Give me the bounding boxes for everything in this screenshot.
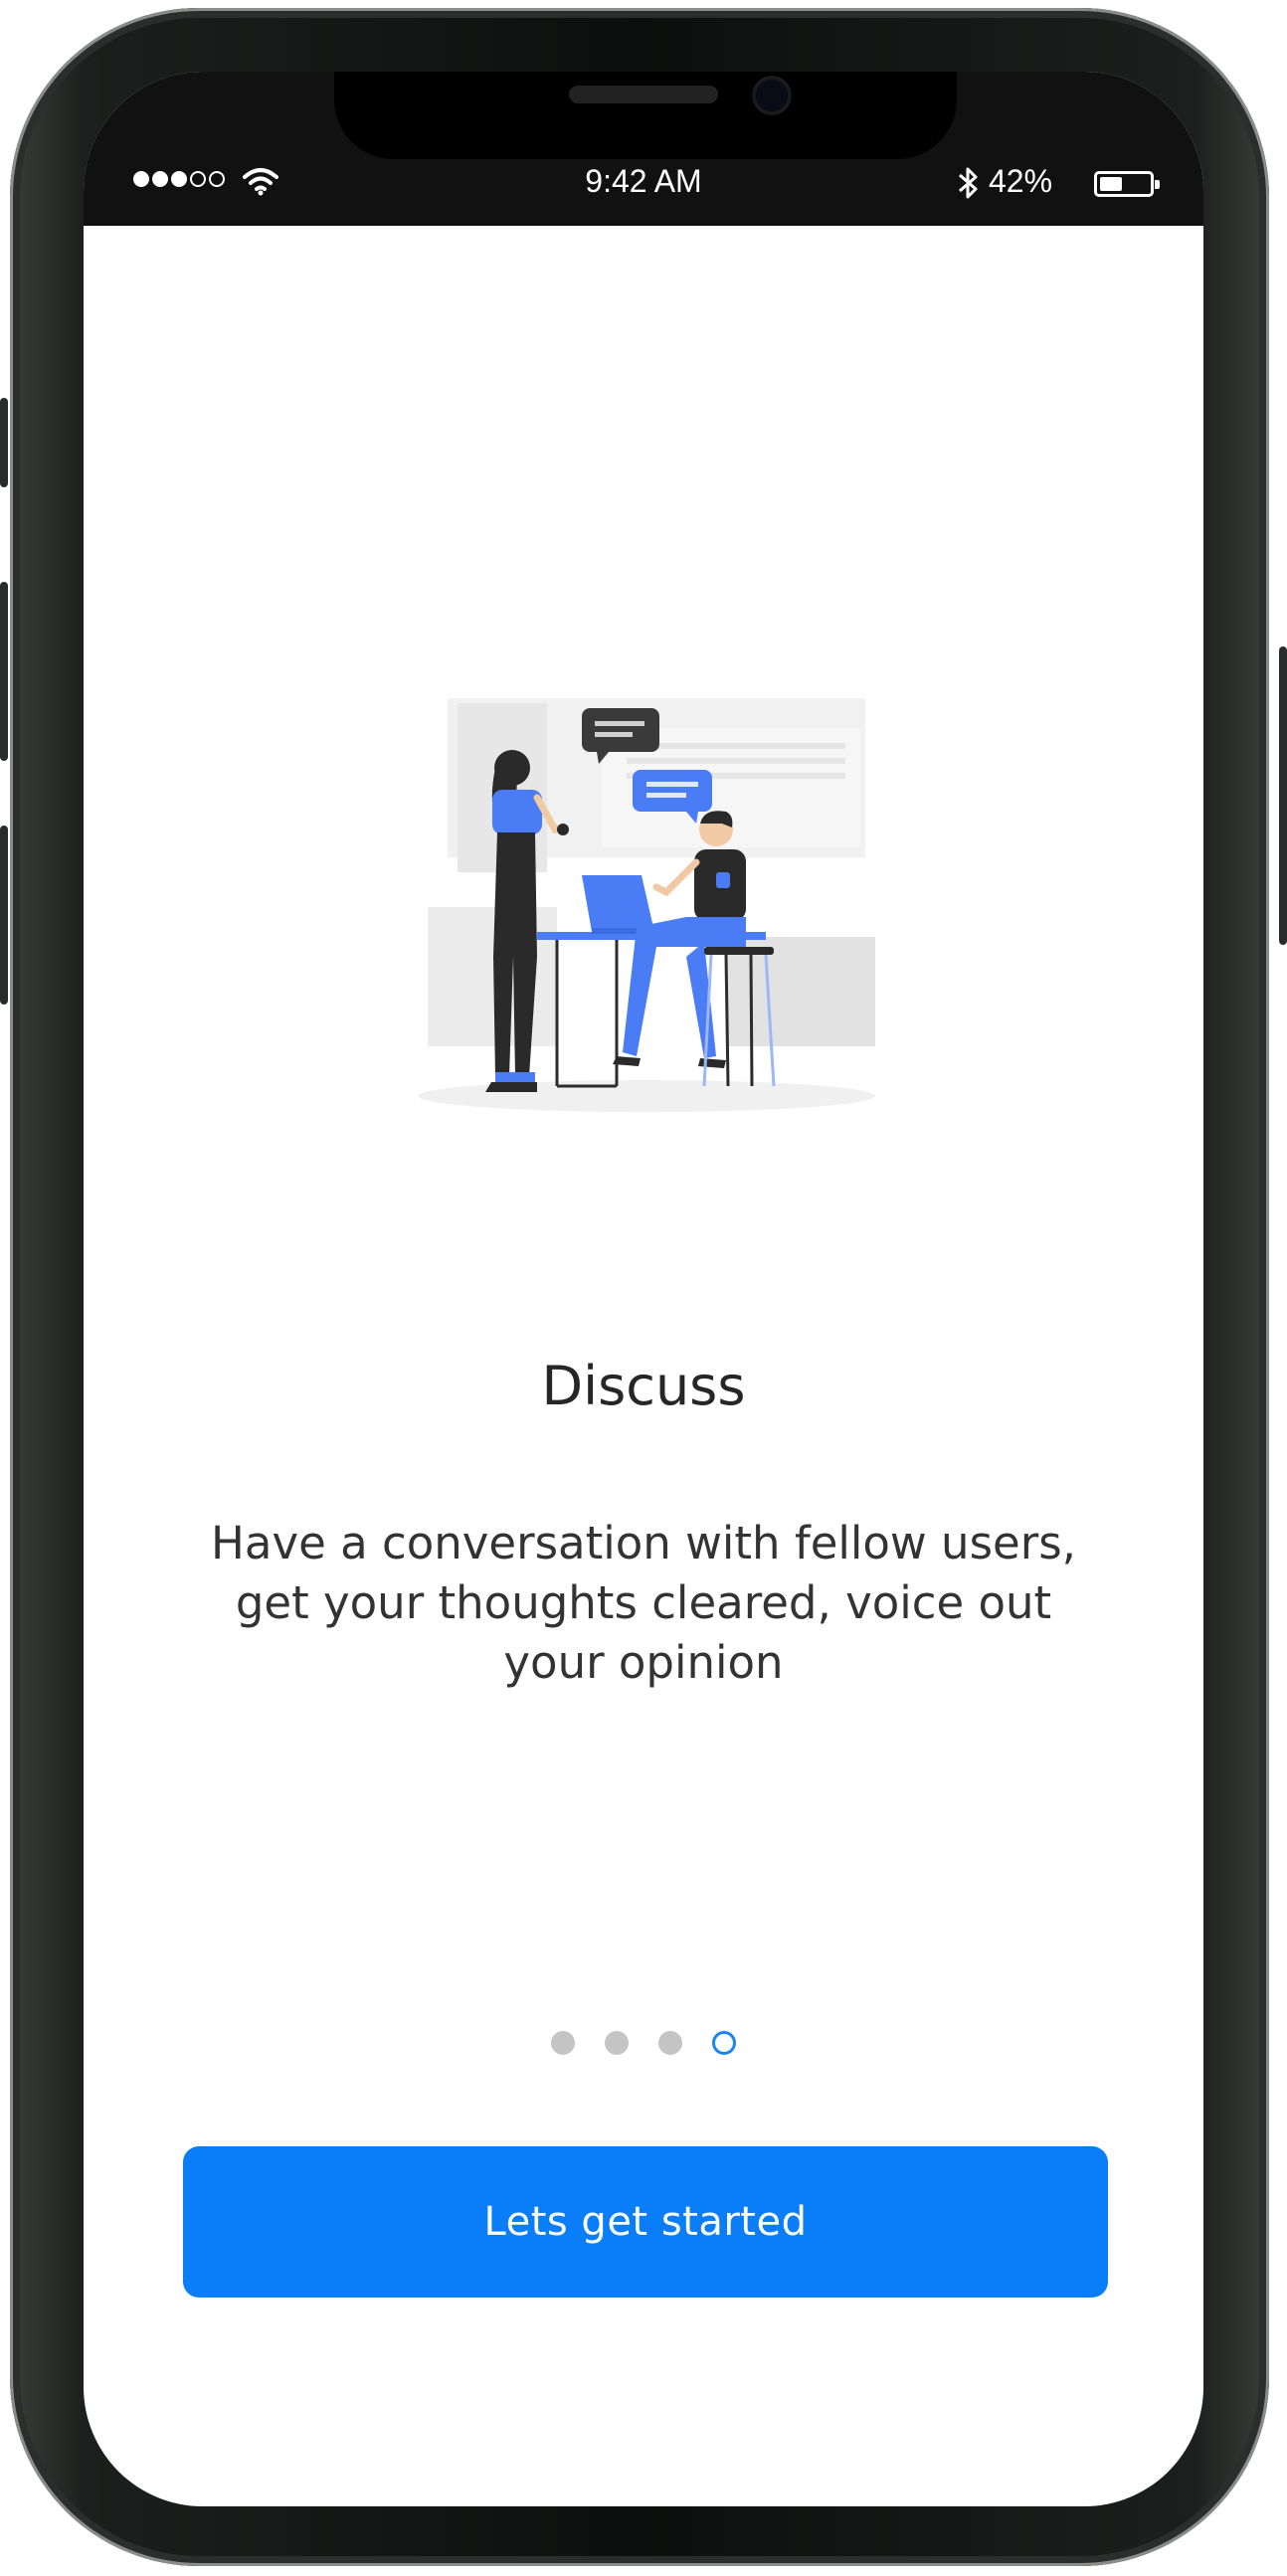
screen: 9:42 AM 42% Discuss Have a conversation … <box>84 72 1203 2506</box>
page-dot-1[interactable] <box>551 2031 575 2055</box>
battery-icon <box>1094 171 1160 197</box>
page-indicator <box>84 2031 1203 2055</box>
page-dot-2[interactable] <box>605 2031 629 2055</box>
two-people-discussion-illustration <box>388 658 905 1156</box>
battery-percent: 42% <box>989 163 1053 199</box>
onboarding-description: Have a conversation with fellow users, g… <box>211 1517 1076 1689</box>
side-button-power <box>1279 646 1287 945</box>
front-camera <box>756 80 788 111</box>
notch <box>334 72 957 159</box>
onboarding-title: Discuss <box>541 1355 746 1417</box>
side-button-volume-down <box>0 826 8 1005</box>
side-button-volume-up <box>0 582 8 761</box>
page-dot-3[interactable] <box>658 2031 682 2055</box>
bluetooth-icon <box>959 167 978 199</box>
get-started-button[interactable]: Lets get started <box>183 2146 1108 2298</box>
page-dot-4-active[interactable] <box>712 2031 736 2055</box>
side-button-silent <box>0 398 8 487</box>
status-bar: 9:42 AM 42% <box>84 72 1203 226</box>
speaker <box>569 86 718 103</box>
